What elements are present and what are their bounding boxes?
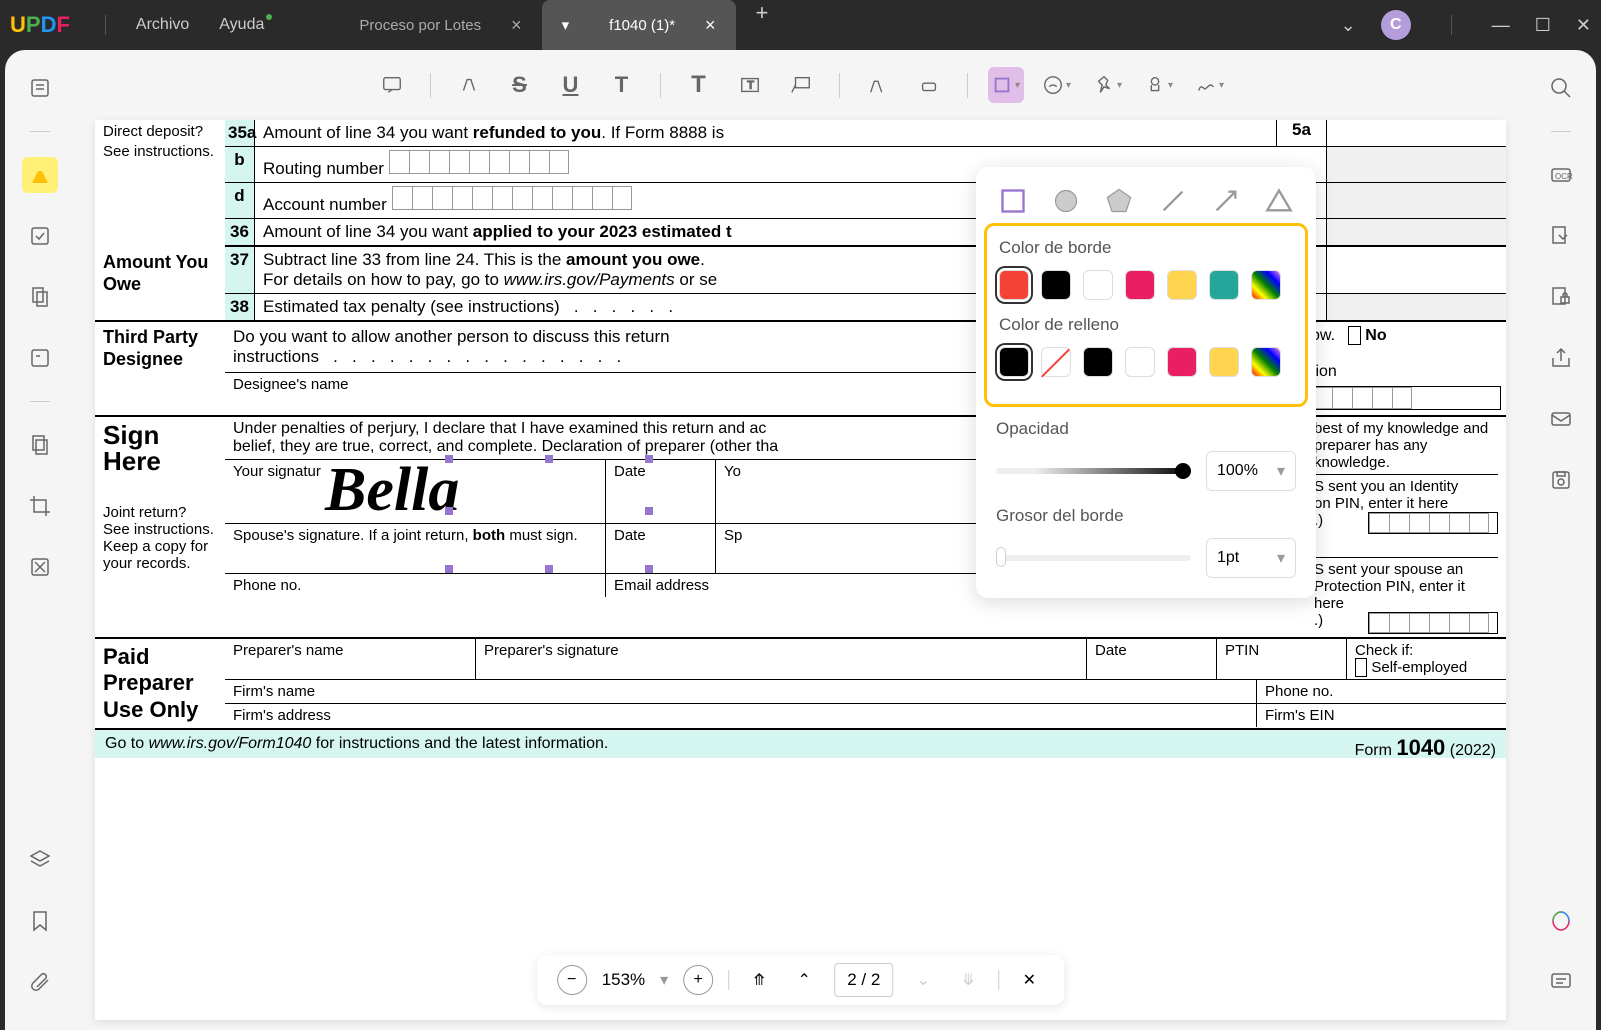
- pentagon-shape[interactable]: [1105, 187, 1133, 215]
- maximize-button[interactable]: ☐: [1535, 15, 1551, 36]
- close-nav-button[interactable]: ✕: [1014, 965, 1044, 995]
- callout-icon[interactable]: [783, 67, 819, 103]
- opacity-value[interactable]: 100%▾: [1206, 451, 1296, 491]
- page-navigation: − 153% ▾ + ⤊ ⌃ 2 / 2 ⌄ ⤋ ✕: [537, 955, 1065, 1005]
- pencil-icon[interactable]: [860, 67, 896, 103]
- border-color-row: [999, 270, 1293, 300]
- border-width-label: Grosor del borde: [996, 506, 1296, 526]
- add-tab-button[interactable]: +: [756, 0, 769, 50]
- color-swatch[interactable]: [999, 347, 1029, 377]
- arrow-shape[interactable]: [1212, 187, 1240, 215]
- highlight-icon[interactable]: [451, 67, 487, 103]
- bookmark-icon[interactable]: [22, 903, 58, 939]
- line-shape[interactable]: [1159, 187, 1187, 215]
- convert-icon[interactable]: [1543, 218, 1579, 254]
- eraser-icon[interactable]: [911, 67, 947, 103]
- layers-icon[interactable]: [22, 842, 58, 878]
- color-picker[interactable]: [1251, 347, 1281, 377]
- chat-icon[interactable]: [1543, 964, 1579, 1000]
- copy-icon[interactable]: [22, 427, 58, 463]
- svg-text:T: T: [747, 80, 754, 92]
- next-page-button[interactable]: ⌄: [908, 965, 938, 995]
- color-picker[interactable]: [1251, 270, 1281, 300]
- first-page-button[interactable]: ⤊: [744, 965, 774, 995]
- underline-icon[interactable]: U: [553, 67, 589, 103]
- pages-icon[interactable]: [22, 279, 58, 315]
- zoom-in-button[interactable]: +: [683, 965, 713, 995]
- close-icon[interactable]: ×: [511, 15, 522, 36]
- form-icon[interactable]: [22, 340, 58, 376]
- opacity-slider[interactable]: [996, 468, 1191, 474]
- circle-shape[interactable]: [1052, 187, 1080, 215]
- share-icon[interactable]: [1543, 340, 1579, 376]
- color-swatch[interactable]: [1167, 270, 1197, 300]
- reader-icon[interactable]: [22, 70, 58, 106]
- textbox-icon[interactable]: T: [732, 67, 768, 103]
- text-icon[interactable]: T: [681, 67, 717, 103]
- menu-ayuda[interactable]: Ayuda: [219, 16, 264, 34]
- color-swatch[interactable]: [1125, 270, 1155, 300]
- shape-tool-button[interactable]: ▾: [988, 67, 1024, 103]
- squiggly-icon[interactable]: T: [604, 67, 640, 103]
- width-value[interactable]: 1pt▾: [1206, 538, 1296, 578]
- attach-icon[interactable]: [22, 964, 58, 1000]
- sidebar-right: OCR: [1526, 50, 1596, 1030]
- page-input[interactable]: 2 / 2: [834, 963, 893, 997]
- zoom-dropdown[interactable]: ▾: [660, 970, 668, 990]
- protect-icon[interactable]: [1543, 279, 1579, 315]
- pin-icon[interactable]: ▾: [1090, 67, 1126, 103]
- opacity-label: Opacidad: [996, 419, 1296, 439]
- ocr-icon[interactable]: OCR: [1543, 157, 1579, 193]
- zoom-value: 153%: [602, 970, 645, 990]
- last-page-button[interactable]: ⤋: [953, 965, 983, 995]
- crop-icon[interactable]: [22, 488, 58, 524]
- color-swatch[interactable]: [1083, 347, 1113, 377]
- fill-color-label: Color de relleno: [999, 315, 1293, 335]
- color-swatch[interactable]: [1209, 270, 1239, 300]
- prev-page-button[interactable]: ⌃: [789, 965, 819, 995]
- sidebar-left: [5, 50, 75, 1030]
- color-swatch[interactable]: [1209, 347, 1239, 377]
- comment-icon[interactable]: [374, 67, 410, 103]
- tab-inactive[interactable]: Proceso por Lotes ×: [339, 0, 541, 50]
- color-none[interactable]: [1041, 347, 1071, 377]
- app-logo: UPDF: [10, 12, 70, 38]
- avatar[interactable]: C: [1381, 10, 1411, 40]
- edit-icon[interactable]: [22, 218, 58, 254]
- tab-active[interactable]: ▾ f1040 (1)* ×: [542, 0, 736, 50]
- minimize-button[interactable]: —: [1492, 15, 1510, 36]
- menu-archivo[interactable]: Archivo: [136, 16, 189, 34]
- signature[interactable]: Bella: [325, 455, 459, 526]
- title-bar: UPDF Archivo Ayuda Proceso por Lotes × ▾…: [0, 0, 1601, 50]
- search-icon[interactable]: [1543, 70, 1579, 106]
- strikethrough-icon[interactable]: S: [502, 67, 538, 103]
- save-icon[interactable]: [1543, 462, 1579, 498]
- svg-text:OCR: OCR: [1555, 172, 1573, 181]
- chevron-down-icon[interactable]: ⌄: [1341, 15, 1356, 36]
- close-icon[interactable]: ×: [705, 15, 716, 36]
- rectangle-shape[interactable]: [999, 187, 1027, 215]
- stamp-icon[interactable]: ▾: [1141, 67, 1177, 103]
- color-swatch[interactable]: [1167, 347, 1197, 377]
- zoom-out-button[interactable]: −: [557, 965, 587, 995]
- width-slider[interactable]: [996, 555, 1191, 561]
- border-color-label: Color de borde: [999, 238, 1293, 258]
- signature-icon[interactable]: ▾: [1192, 67, 1228, 103]
- fill-color-row: [999, 347, 1293, 377]
- color-swatch[interactable]: [999, 270, 1029, 300]
- close-button[interactable]: ✕: [1576, 15, 1591, 36]
- color-swatch[interactable]: [1125, 347, 1155, 377]
- sticker-icon[interactable]: ▾: [1039, 67, 1075, 103]
- redact-icon[interactable]: [22, 549, 58, 585]
- color-swatch[interactable]: [1083, 270, 1113, 300]
- highlight-tool-icon[interactable]: [22, 157, 58, 193]
- email-icon[interactable]: [1543, 401, 1579, 437]
- color-swatch[interactable]: [1041, 270, 1071, 300]
- annotation-toolbar: S U T T T ▾ ▾ ▾ ▾ ▾: [205, 60, 1396, 110]
- shape-properties-panel: Color de borde Color de relleno: [976, 167, 1316, 598]
- triangle-shape[interactable]: [1265, 187, 1293, 215]
- ai-icon[interactable]: [1543, 903, 1579, 939]
